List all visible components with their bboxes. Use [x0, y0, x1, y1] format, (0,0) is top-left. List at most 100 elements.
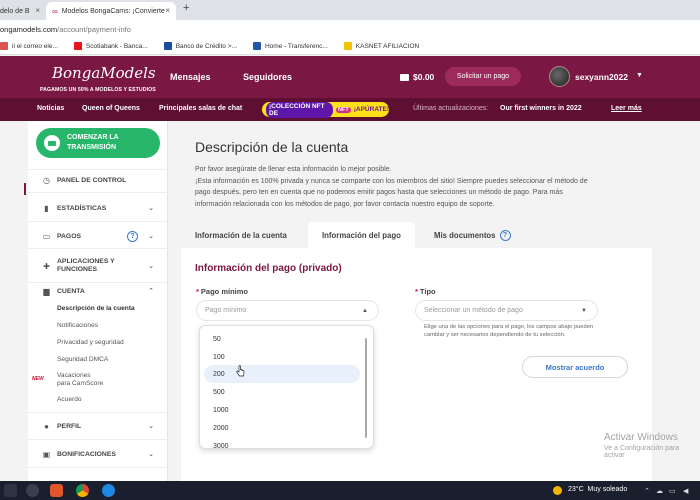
sidebar-sub-agreement[interactable]: Acuerdo [57, 396, 82, 403]
payment-type-hint: Elige una de las opciones para el pago, … [424, 324, 594, 338]
bookmark-item[interactable]: KASNET AFILIACION [343, 42, 419, 50]
nav-followers[interactable]: Seguidores [243, 72, 292, 82]
browser-tab[interactable]: delo de B × [0, 2, 42, 20]
sidebar-item-dashboard[interactable]: ◷ PANEL DE CONTROL [28, 170, 168, 190]
obs-icon[interactable] [26, 484, 39, 497]
help-icon[interactable]: ? [499, 229, 511, 241]
dropdown-scrollbar[interactable] [365, 338, 367, 438]
chevron-up-icon[interactable]: ⌃ [644, 487, 650, 495]
tab-label: Mis documentos [434, 230, 496, 240]
sub-navigation: Noticias Queen of Queens Principales sal… [0, 98, 700, 121]
sidebar-item-label: BONIFICACIONES [57, 450, 116, 458]
close-tab-icon[interactable]: × [35, 6, 40, 15]
tab-payment-info[interactable]: Información del pago [308, 222, 415, 248]
nav-messages[interactable]: Mensajes [170, 72, 211, 82]
bar-chart-icon: ▮ [44, 203, 49, 213]
briefcase-icon: ▆ [43, 286, 50, 296]
sidebar-item-account[interactable]: ▆ CUENTA ⌃ [28, 281, 168, 301]
nft-collection-banner[interactable]: ¡COLECCIÓN NFT DE NFT ¡APÚRATE! [262, 101, 389, 118]
bookmark-label: Home - Transferenc... [264, 42, 328, 50]
start-broadcast-label-1: COMENZAR LA [67, 134, 119, 141]
url-host: ongamodels.com [0, 24, 58, 34]
bookmark-item[interactable]: Scotiabank - Banca... [73, 42, 148, 50]
sidebar-sub-privacy[interactable]: Privacidad y seguridad [57, 339, 124, 346]
required-mark: * [196, 287, 199, 296]
sidebar-item-label: APLICACIONES Y [57, 258, 115, 265]
start-broadcast-button[interactable]: COMENZAR LA TRANSMISIÓN [36, 128, 160, 158]
field-label: Tipo [419, 287, 436, 296]
taskbar-app-icon[interactable] [4, 484, 17, 497]
close-tab-icon[interactable]: × [165, 6, 170, 15]
description-line: ¡Esta información es 100% privada y nunc… [195, 177, 588, 185]
sidebar-sub-account-description[interactable]: Descripción de la cuenta [57, 305, 135, 312]
tab-my-documents[interactable]: Mis documentos ? [420, 222, 525, 248]
page-title: Descripción de la cuenta [195, 139, 349, 155]
sidebar-item-statistics[interactable]: ▮ ESTADÍSTICAS ⌄ [28, 198, 168, 218]
cloud-icon[interactable]: ☁ [656, 487, 663, 495]
bookmark-item[interactable]: Home - Transferenc... [252, 42, 328, 50]
dropdown-option[interactable]: 3000 [204, 437, 360, 449]
dropdown-option[interactable]: 100 [204, 348, 360, 366]
dropdown-option-hovered[interactable]: 200 [204, 365, 360, 383]
sun-icon [553, 486, 562, 495]
dropdown-option[interactable]: 1000 [204, 401, 360, 419]
sidebar: COMENZAR LA TRANSMISIÓN ◷ PANEL DE CONTR… [28, 121, 168, 481]
bookmark-label: il el correo ele... [12, 42, 58, 50]
sidebar-item-profile[interactable]: ● PERFIL ⌄ [28, 416, 168, 436]
description-line: pago después, pero ten en cuenta que no … [195, 189, 563, 196]
clock-icon: ◷ [43, 175, 50, 185]
site-logo[interactable]: BongaModels [52, 64, 156, 82]
site-header: BongaModels PAGAMOS UN 50% A MODELOS Y E… [0, 56, 700, 98]
updates-value[interactable]: Our first winners in 2022 [500, 105, 582, 112]
bookmark-item[interactable]: il el correo ele... [0, 42, 58, 50]
username[interactable]: sexyann2022 [575, 72, 628, 82]
new-badge: NEW [32, 376, 44, 382]
volume-icon[interactable]: ◀ [683, 487, 688, 495]
sidebar-sub-dmca[interactable]: Seguridad DMCA [57, 356, 108, 363]
type-label: * Tipo [415, 287, 436, 296]
address-bar[interactable]: ongamodels.com/account/payment-info [0, 20, 700, 38]
description-line: Por favor asegúrate de llenar esta infor… [195, 166, 392, 173]
min-payment-dropdown: 50 100 200 500 1000 2000 3000 [199, 325, 374, 449]
temperature: 23°C [568, 486, 584, 493]
min-payment-select[interactable]: Pago mínimo ▲ [196, 300, 379, 321]
bookmark-icon [252, 42, 261, 50]
subnav-news[interactable]: Noticias [37, 105, 64, 112]
bookmark-item[interactable]: Banco de Crédito >... [163, 42, 237, 50]
sidebar-sub-vacations-line2[interactable]: para CamScore [57, 380, 103, 387]
url-path: /account/payment-info [57, 24, 131, 34]
request-payment-button[interactable]: Solicitar un pago [445, 67, 521, 86]
subnav-queen-of-queens[interactable]: Queen of Queens [82, 105, 140, 112]
dropdown-option[interactable]: 2000 [204, 419, 360, 437]
read-more-link[interactable]: Leer más [611, 105, 642, 112]
nft-pill: NFT [336, 106, 351, 113]
payment-type-select[interactable]: Seleccionar un método de pago ▼ [415, 300, 598, 321]
chevron-down-icon: ⌄ [148, 451, 154, 458]
sidebar-item-bonuses[interactable]: ▣ BONIFICACIONES ⌄ [28, 444, 168, 464]
new-tab-button[interactable]: + [183, 2, 189, 14]
nft-banner-label: ¡COLECCIÓN NFT DE [266, 101, 334, 118]
sidebar-sub-vacations[interactable]: Vacaciones [57, 372, 91, 379]
brave-icon[interactable] [50, 484, 63, 497]
tab-account-info[interactable]: Información de la cuenta [181, 222, 301, 248]
edge-icon[interactable] [102, 484, 115, 497]
network-icon[interactable]: ▭ [669, 487, 676, 495]
sidebar-item-apps[interactable]: ✚ APLICACIONES Y FUNCIONES ⌄ [28, 254, 168, 278]
chevron-down-icon: ⌄ [148, 205, 154, 212]
wallet-icon: ▭ [42, 231, 51, 241]
dropdown-option[interactable]: 50 [204, 330, 360, 348]
chevron-down-icon[interactable]: ▼ [636, 72, 643, 79]
select-value: Seleccionar un método de pago [424, 307, 523, 314]
sidebar-item-label: PANEL DE CONTROL [57, 176, 127, 184]
updates-label: Últimas actualizaciones: [413, 105, 489, 112]
subnav-top-chat-rooms[interactable]: Principales salas de chat [159, 105, 242, 112]
help-icon[interactable]: ? [127, 230, 138, 242]
dropdown-option[interactable]: 500 [204, 383, 360, 401]
show-agreement-button[interactable]: Mostrar acuerdo [522, 356, 628, 378]
avatar[interactable] [549, 66, 570, 87]
browser-tab-active[interactable]: ∞ Modelos BongaCams: ¡Convierte × [46, 2, 176, 20]
sidebar-item-payments[interactable]: ▭ PAGOS ? ⌄ [28, 226, 168, 246]
chrome-icon[interactable] [76, 484, 89, 497]
sidebar-sub-notifications[interactable]: Notificaciones [57, 322, 98, 329]
weather[interactable]: 23°C Muy soleado [568, 486, 627, 493]
